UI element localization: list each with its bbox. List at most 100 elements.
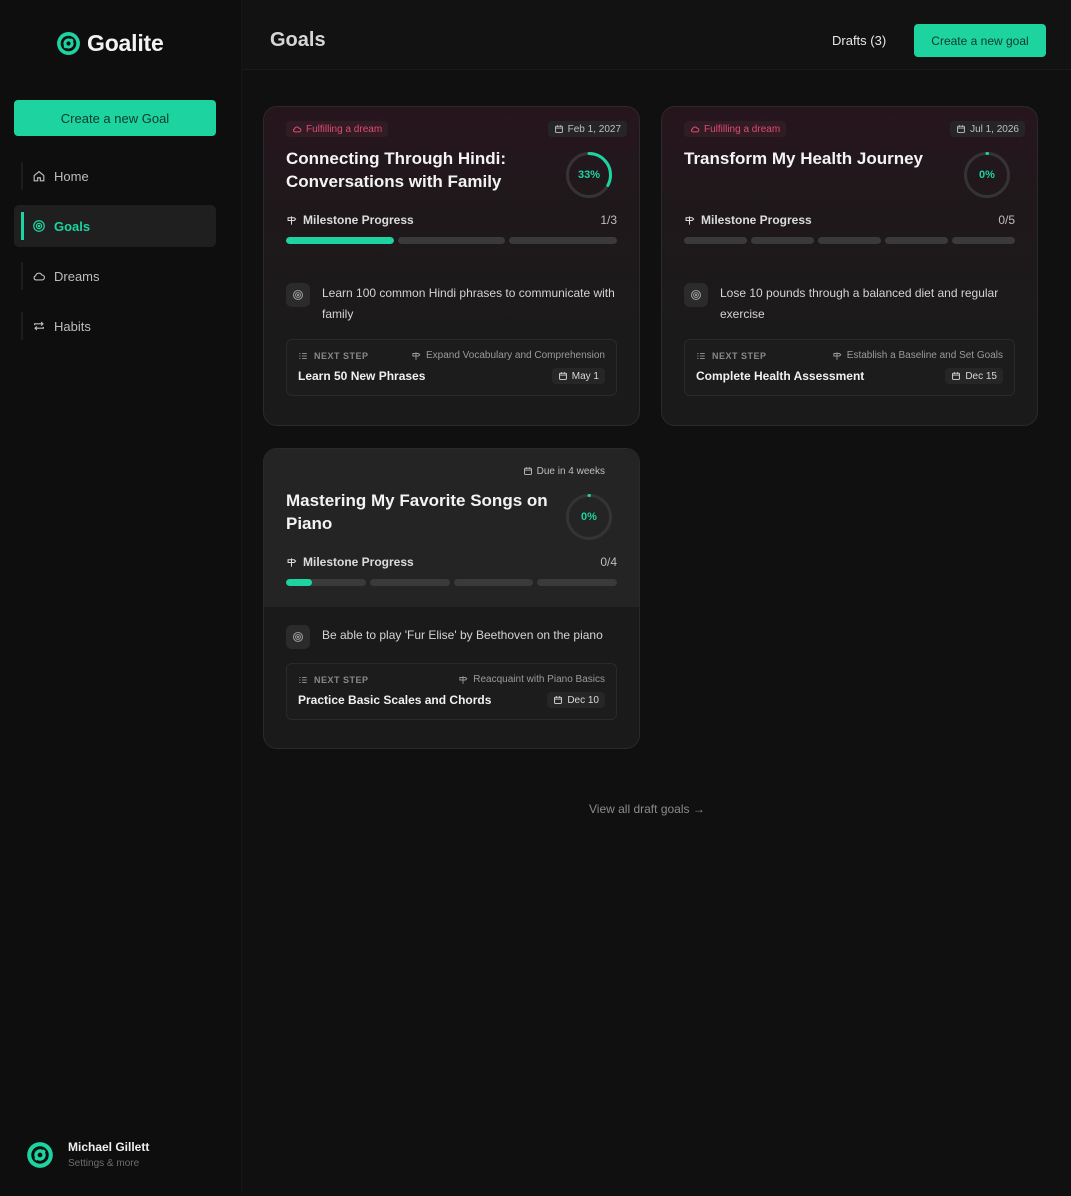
objective-icon <box>286 283 310 307</box>
milestone-segment <box>952 237 1015 244</box>
next-step-label: NEXT STEP <box>314 350 369 361</box>
objective-text: Be able to play 'Fur Elise' by Beethoven… <box>322 628 603 642</box>
user-profile[interactable]: Michael Gillett Settings & more <box>26 1140 149 1169</box>
list-icon <box>299 676 307 683</box>
signpost-icon <box>287 215 297 225</box>
goal-card[interactable]: Fulfilling a dream Jul 1, 2026 Transform… <box>661 106 1038 426</box>
next-step-date: May 1 <box>571 370 599 382</box>
progress-percent: 0% <box>581 511 597 523</box>
goal-title[interactable]: Transform My Health Journey <box>684 147 954 170</box>
calendar-icon <box>957 125 965 133</box>
sidebar-item-habits[interactable]: Habits <box>14 305 216 347</box>
milestone-count: 0/5 <box>998 213 1015 227</box>
next-step-date: Dec 10 <box>567 694 599 706</box>
milestone-segment <box>509 237 618 244</box>
list-icon <box>299 352 307 359</box>
repeat-icon <box>34 321 44 331</box>
signpost-icon <box>287 557 297 567</box>
sidebar-item-label: Goals <box>54 218 91 234</box>
progress-percent: 0% <box>979 169 995 181</box>
header: Goals Drafts (3) Create a new goal <box>242 0 1071 70</box>
milestone-progress-label: Milestone Progress <box>684 213 812 227</box>
milestone-segment <box>397 237 506 244</box>
milestone-progress-text: Milestone Progress <box>701 213 812 227</box>
list-icon <box>697 352 705 359</box>
cloud-icon <box>293 126 302 133</box>
goal-card-header: Fulfilling a dream Feb 1, 2027 Connectin… <box>264 107 639 265</box>
goal-card[interactable]: Fulfilling a dream Feb 1, 2027 Connectin… <box>263 106 640 426</box>
due-date-badge: Due in 4 weeks <box>517 463 611 479</box>
sidebar: Goalite Create a new Goal Home Goals Dre… <box>0 0 242 1196</box>
view-all-drafts-link[interactable]: View all draft goals → <box>589 802 705 816</box>
signpost-icon <box>459 675 468 684</box>
next-step-label: NEXT STEP <box>314 674 369 685</box>
sidebar-item-dreams[interactable]: Dreams <box>14 255 216 297</box>
milestone-progress-row: Milestone Progress 0/5 <box>684 213 1015 227</box>
drafts-link[interactable]: Drafts (3) <box>832 33 886 48</box>
milestone-segment <box>369 579 450 586</box>
milestone-segment <box>286 237 394 244</box>
brand[interactable]: Goalite <box>56 30 164 57</box>
user-settings-link[interactable]: Settings & more <box>68 1158 149 1169</box>
milestone-progress-row: Milestone Progress 0/4 <box>286 555 617 569</box>
goal-objective: Learn 100 common Hindi phrases to commun… <box>286 283 617 325</box>
next-step-box[interactable]: NEXT STEP Expand Vocabulary and Comprehe… <box>286 339 617 396</box>
objective-text: Lose 10 pounds through a balanced diet a… <box>720 286 999 321</box>
next-step-box[interactable]: NEXT STEP Reacquaint with Piano Basics P… <box>286 663 617 720</box>
goal-objective: Lose 10 pounds through a balanced diet a… <box>684 283 1015 325</box>
milestone-segment <box>818 237 881 244</box>
home-icon <box>33 170 45 182</box>
milestone-progress-label: Milestone Progress <box>286 555 414 569</box>
signpost-icon <box>685 215 695 225</box>
goal-title[interactable]: Mastering My Favorite Songs on Piano <box>286 489 556 535</box>
next-step-milestone-name: Establish a Baseline and Set Goals <box>846 350 1003 361</box>
create-new-goal-button[interactable]: Create a new goal <box>914 24 1046 57</box>
calendar-icon <box>523 467 532 475</box>
dream-badge: Fulfilling a dream <box>286 121 389 137</box>
page-title: Goals <box>270 29 326 51</box>
milestone-progress-text: Milestone Progress <box>303 213 414 227</box>
goal-title[interactable]: Connecting Through Hindi: Conversations … <box>286 147 556 193</box>
due-date-badge: Feb 1, 2027 <box>547 121 627 137</box>
next-step-date-badge: May 1 <box>551 368 605 384</box>
next-step-milestone: Expand Vocabulary and Comprehension <box>411 350 605 361</box>
due-date-label: Due in 4 weeks <box>536 465 605 477</box>
target-icon <box>33 220 45 232</box>
next-step-milestone: Reacquaint with Piano Basics <box>458 674 605 685</box>
milestone-segment <box>453 579 534 586</box>
next-step-tag: NEXT STEP <box>298 675 369 685</box>
next-step-title: Practice Basic Scales and Chords <box>298 693 492 707</box>
next-step-header: NEXT STEP Expand Vocabulary and Comprehe… <box>298 350 605 361</box>
milestone-segment <box>537 579 617 586</box>
progress-percent: 33% <box>577 169 601 181</box>
user-name: Michael Gillett <box>68 1140 150 1154</box>
milestone-segments <box>684 237 1015 244</box>
next-step-tag: NEXT STEP <box>298 351 369 361</box>
objective-text: Learn 100 common Hindi phrases to commun… <box>322 286 615 321</box>
sidebar-item-home[interactable]: Home <box>14 155 216 197</box>
goal-card[interactable]: Due in 4 weeks Mastering My Favorite Son… <box>263 448 640 749</box>
next-step-box[interactable]: NEXT STEP Establish a Baseline and Set G… <box>684 339 1015 396</box>
next-step-title: Learn 50 New Phrases <box>298 369 426 383</box>
objective-icon <box>286 625 310 649</box>
next-step-body: Learn 50 New Phrases May 1 <box>298 368 605 384</box>
sidebar-item-label: Habits <box>54 318 91 334</box>
milestone-segments <box>286 579 617 586</box>
due-date-label: Jul 1, 2026 <box>970 123 1019 135</box>
goalite-logo-icon <box>57 32 80 55</box>
brand-name: Goalite <box>87 30 164 56</box>
dream-badge-label: Fulfilling a dream <box>704 123 781 135</box>
next-step-body: Complete Health Assessment Dec 15 <box>696 368 1003 384</box>
dream-badge-label: Fulfilling a dream <box>306 123 383 135</box>
milestone-count: 0/4 <box>600 555 617 569</box>
sidebar-item-label: Home <box>54 168 89 184</box>
goal-card-header: Due in 4 weeks Mastering My Favorite Son… <box>264 449 639 607</box>
milestone-progress-label: Milestone Progress <box>286 213 414 227</box>
sidebar-item-goals[interactable]: Goals <box>14 205 216 247</box>
milestone-segments <box>286 237 618 244</box>
milestone-progress-text: Milestone Progress <box>303 555 414 569</box>
create-goal-button[interactable]: Create a new Goal <box>14 100 216 136</box>
app-root: Goalite Create a new Goal Home Goals Dre… <box>0 0 1071 1196</box>
next-step-date: Dec 15 <box>965 370 997 382</box>
objective-icon <box>684 283 708 307</box>
